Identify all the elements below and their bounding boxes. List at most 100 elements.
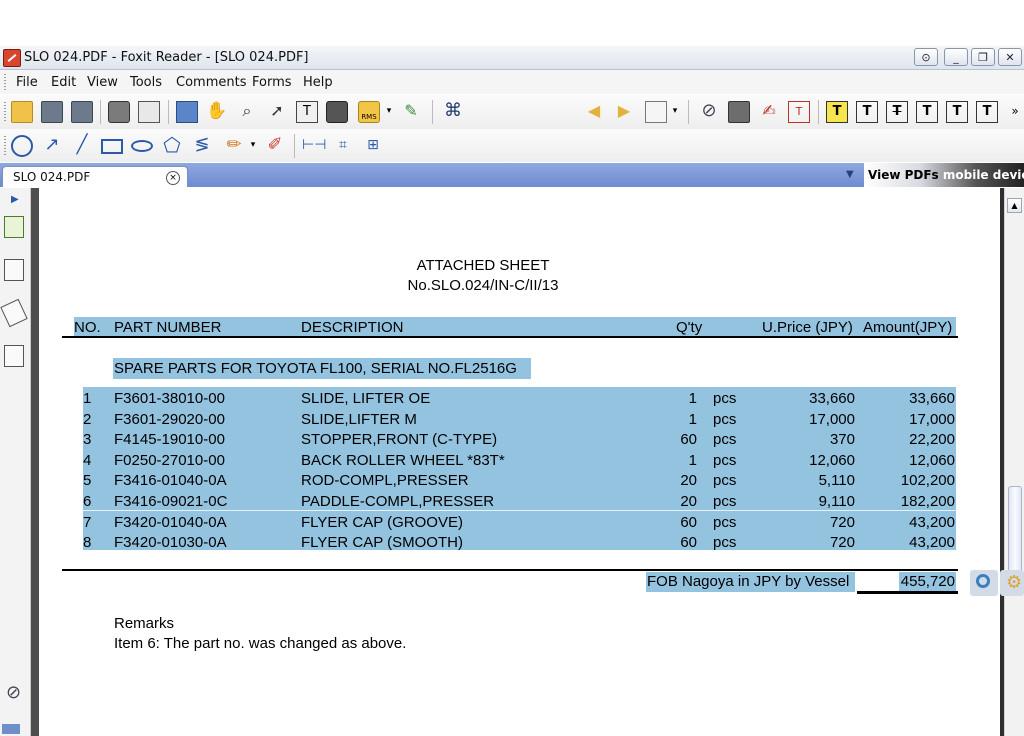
- tab-document[interactable]: SLO 024.PDF ×: [2, 166, 188, 187]
- open-icon[interactable]: [11, 101, 33, 123]
- menu-file[interactable]: File: [16, 75, 38, 90]
- highlight-text-icon[interactable]: T: [826, 101, 848, 123]
- rms-lock-icon[interactable]: RMS: [358, 101, 380, 123]
- attachments-panel-icon[interactable]: ⊘: [6, 682, 21, 703]
- table-cell-unit: pcs: [713, 534, 737, 552]
- callout-icon[interactable]: T: [788, 101, 810, 123]
- binoculars-icon[interactable]: ⌘: [442, 101, 464, 123]
- insert-text-icon[interactable]: T: [976, 101, 998, 123]
- save-icon[interactable]: [41, 101, 63, 123]
- arrow-tool-icon[interactable]: ↗: [41, 135, 63, 157]
- attachment-icon[interactable]: ⊘: [698, 101, 720, 123]
- close-tab-icon[interactable]: ×: [166, 171, 180, 185]
- table-cell-amount: 17,000: [909, 410, 955, 428]
- total-underline: [857, 591, 958, 594]
- restore-window-icon[interactable]: ⊙: [914, 48, 938, 66]
- chevron-down-icon[interactable]: ▾: [670, 101, 680, 123]
- document-title: ATTACHED SHEET: [416, 257, 550, 274]
- table-cell-desc: SLIDE,LIFTER M: [301, 410, 417, 428]
- toolbar-overflow-icon[interactable]: »: [1008, 101, 1022, 123]
- circle-tool-icon[interactable]: [11, 135, 33, 157]
- find-previous-icon[interactable]: ◀: [583, 101, 605, 123]
- menu-grip[interactable]: [4, 74, 6, 90]
- total-label: FOB Nagoya in JPY by Vessel: [647, 573, 850, 590]
- rectangle-tool-icon[interactable]: [101, 139, 123, 154]
- mobile-promo-banner[interactable]: View PDFs mobile devices: [864, 163, 1024, 187]
- export-icon[interactable]: [645, 101, 667, 123]
- chevron-down-icon[interactable]: ▾: [248, 135, 258, 157]
- minimize-button[interactable]: _: [944, 48, 968, 66]
- gear-icon[interactable]: ⚙: [1000, 570, 1024, 596]
- menu-tools[interactable]: Tools: [130, 75, 162, 90]
- underline-text-icon[interactable]: T: [856, 101, 878, 123]
- close-button[interactable]: ✕: [998, 48, 1022, 66]
- pointer-icon[interactable]: ➚: [266, 101, 288, 123]
- menu-edit[interactable]: Edit: [51, 75, 76, 90]
- table-cell-qty: 60: [680, 513, 697, 531]
- oval-tool-icon[interactable]: [131, 140, 153, 152]
- vertical-scrollbar[interactable]: [1004, 188, 1024, 736]
- table-cell-unit: pcs: [713, 451, 737, 469]
- pencil-tool-icon[interactable]: ✏: [223, 135, 245, 157]
- layers-panel-icon[interactable]: [2, 724, 20, 734]
- bookmarks-icon[interactable]: [4, 216, 24, 238]
- properties-icon[interactable]: [138, 101, 160, 123]
- foxit-app-icon[interactable]: [3, 49, 21, 67]
- line-tool-icon[interactable]: ╱: [71, 135, 93, 157]
- menu-comments[interactable]: Comments: [176, 75, 246, 90]
- menu-forms[interactable]: Forms: [252, 75, 292, 90]
- full-screen-icon[interactable]: [176, 101, 198, 123]
- total-rule: [62, 569, 958, 571]
- pages-icon[interactable]: [4, 259, 24, 281]
- search-icon[interactable]: [970, 570, 998, 596]
- note-edit-icon[interactable]: ✍: [758, 101, 780, 123]
- title-bar[interactable]: SLO 024.PDF - Foxit Reader - [SLO 024.PD…: [0, 46, 1024, 70]
- table-cell-amount: 43,200: [909, 534, 955, 552]
- expand-panel-icon[interactable]: ▶: [11, 194, 19, 205]
- drawing-toolbar: ↗ ╱ ⬠ ≶ ✏ ▾ ✐ ⊢⊣ ⌗ ⊞: [0, 129, 1024, 162]
- toolbar-grip[interactable]: [4, 102, 6, 122]
- chevron-down-icon[interactable]: ▾: [384, 101, 394, 123]
- table-cell-price: 5,110: [818, 472, 855, 490]
- comments-panel-icon[interactable]: [4, 345, 24, 367]
- table-cell-price: 720: [829, 534, 855, 552]
- toolbar-grip[interactable]: [4, 136, 6, 156]
- toolbar-separator: [818, 100, 819, 124]
- table-cell-qty: 20: [680, 472, 697, 490]
- typewriter-icon[interactable]: [728, 101, 750, 123]
- save-as-icon[interactable]: [71, 101, 93, 123]
- replace-text-icon[interactable]: T: [946, 101, 968, 123]
- eraser-tool-icon[interactable]: ✐: [264, 135, 286, 157]
- hand-tool-icon[interactable]: ✋: [206, 101, 228, 123]
- col-no: NO.: [74, 319, 101, 336]
- area-tool-icon[interactable]: ⊞: [362, 135, 384, 157]
- maximize-button[interactable]: ❐: [971, 48, 995, 66]
- sign-icon[interactable]: ✎: [400, 101, 422, 123]
- table-cell-unit: pcs: [713, 472, 737, 490]
- scroll-up-icon[interactable]: ▲: [1007, 198, 1022, 213]
- find-next-icon[interactable]: ▶: [613, 101, 635, 123]
- table-cell-amount: 182,200: [900, 493, 955, 510]
- polyline-tool-icon[interactable]: ≶: [191, 135, 213, 157]
- menu-help[interactable]: Help: [303, 75, 333, 90]
- text-select-icon[interactable]: ⌕: [236, 101, 258, 123]
- col-unit-price: U.Price (JPY): [762, 319, 853, 336]
- tab-list-chevron-icon[interactable]: ▼: [846, 169, 854, 180]
- pdf-page[interactable]: ATTACHED SHEET No.SLO.024/IN-C/II/13 NO.…: [39, 188, 1000, 736]
- snapshot-icon[interactable]: [326, 101, 348, 123]
- print-icon[interactable]: [108, 101, 130, 123]
- menu-view[interactable]: View: [87, 75, 118, 90]
- table-cell-qty: 60: [680, 431, 697, 449]
- squiggly-text-icon[interactable]: T: [916, 101, 938, 123]
- table-cell-desc: FLYER CAP (SMOOTH): [301, 534, 463, 552]
- polygon-tool-icon[interactable]: ⬠: [161, 135, 183, 157]
- promo-text-a: View PDFs: [868, 168, 939, 182]
- distance-tool-icon[interactable]: ⊢⊣: [302, 135, 326, 157]
- strikeout-text-icon[interactable]: T: [886, 101, 908, 123]
- select-text-icon[interactable]: T: [296, 101, 318, 123]
- section-title: SPARE PARTS FOR TOYOTA FL100, SERIAL NO.…: [114, 360, 517, 377]
- col-qty: Q'ty: [676, 319, 703, 336]
- layers-icon[interactable]: [0, 298, 28, 328]
- promo-text-b: mobile devices: [942, 168, 1024, 182]
- perimeter-tool-icon[interactable]: ⌗: [332, 135, 354, 157]
